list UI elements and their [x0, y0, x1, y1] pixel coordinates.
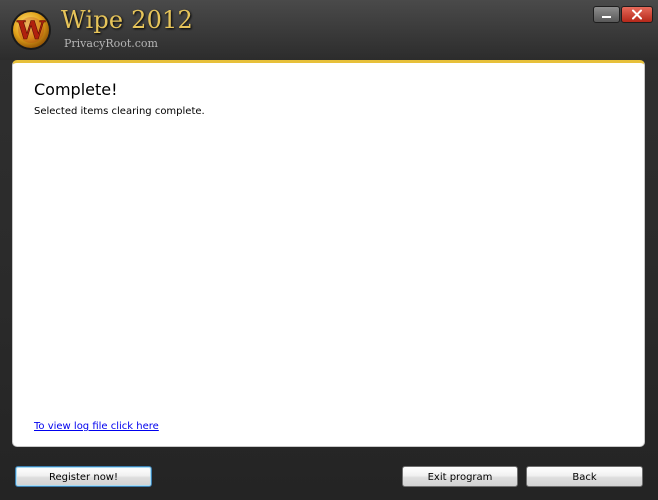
app-subtitle: PrivacyRoot.com [64, 37, 158, 50]
title-bar[interactable]: W Wipe 2012 PrivacyRoot.com [0, 0, 658, 60]
status-message: Selected items clearing complete. [34, 106, 205, 117]
main-panel: Complete! Selected items clearing comple… [12, 60, 645, 447]
wipe-logo-icon: W [11, 10, 51, 50]
back-button[interactable]: Back [526, 466, 643, 487]
view-log-link[interactable]: To view log file click here [34, 421, 159, 432]
register-now-button[interactable]: Register now! [15, 466, 152, 487]
close-button[interactable] [621, 6, 653, 23]
minimize-button[interactable] [593, 6, 620, 23]
close-icon [632, 9, 642, 20]
app-title: Wipe 2012 [61, 6, 193, 34]
minimize-icon [602, 16, 611, 18]
app-window: W Wipe 2012 PrivacyRoot.com Complete! Se… [0, 0, 658, 500]
page-title: Complete! [34, 80, 118, 99]
exit-program-button[interactable]: Exit program [402, 466, 518, 487]
logo-letter: W [16, 16, 46, 45]
